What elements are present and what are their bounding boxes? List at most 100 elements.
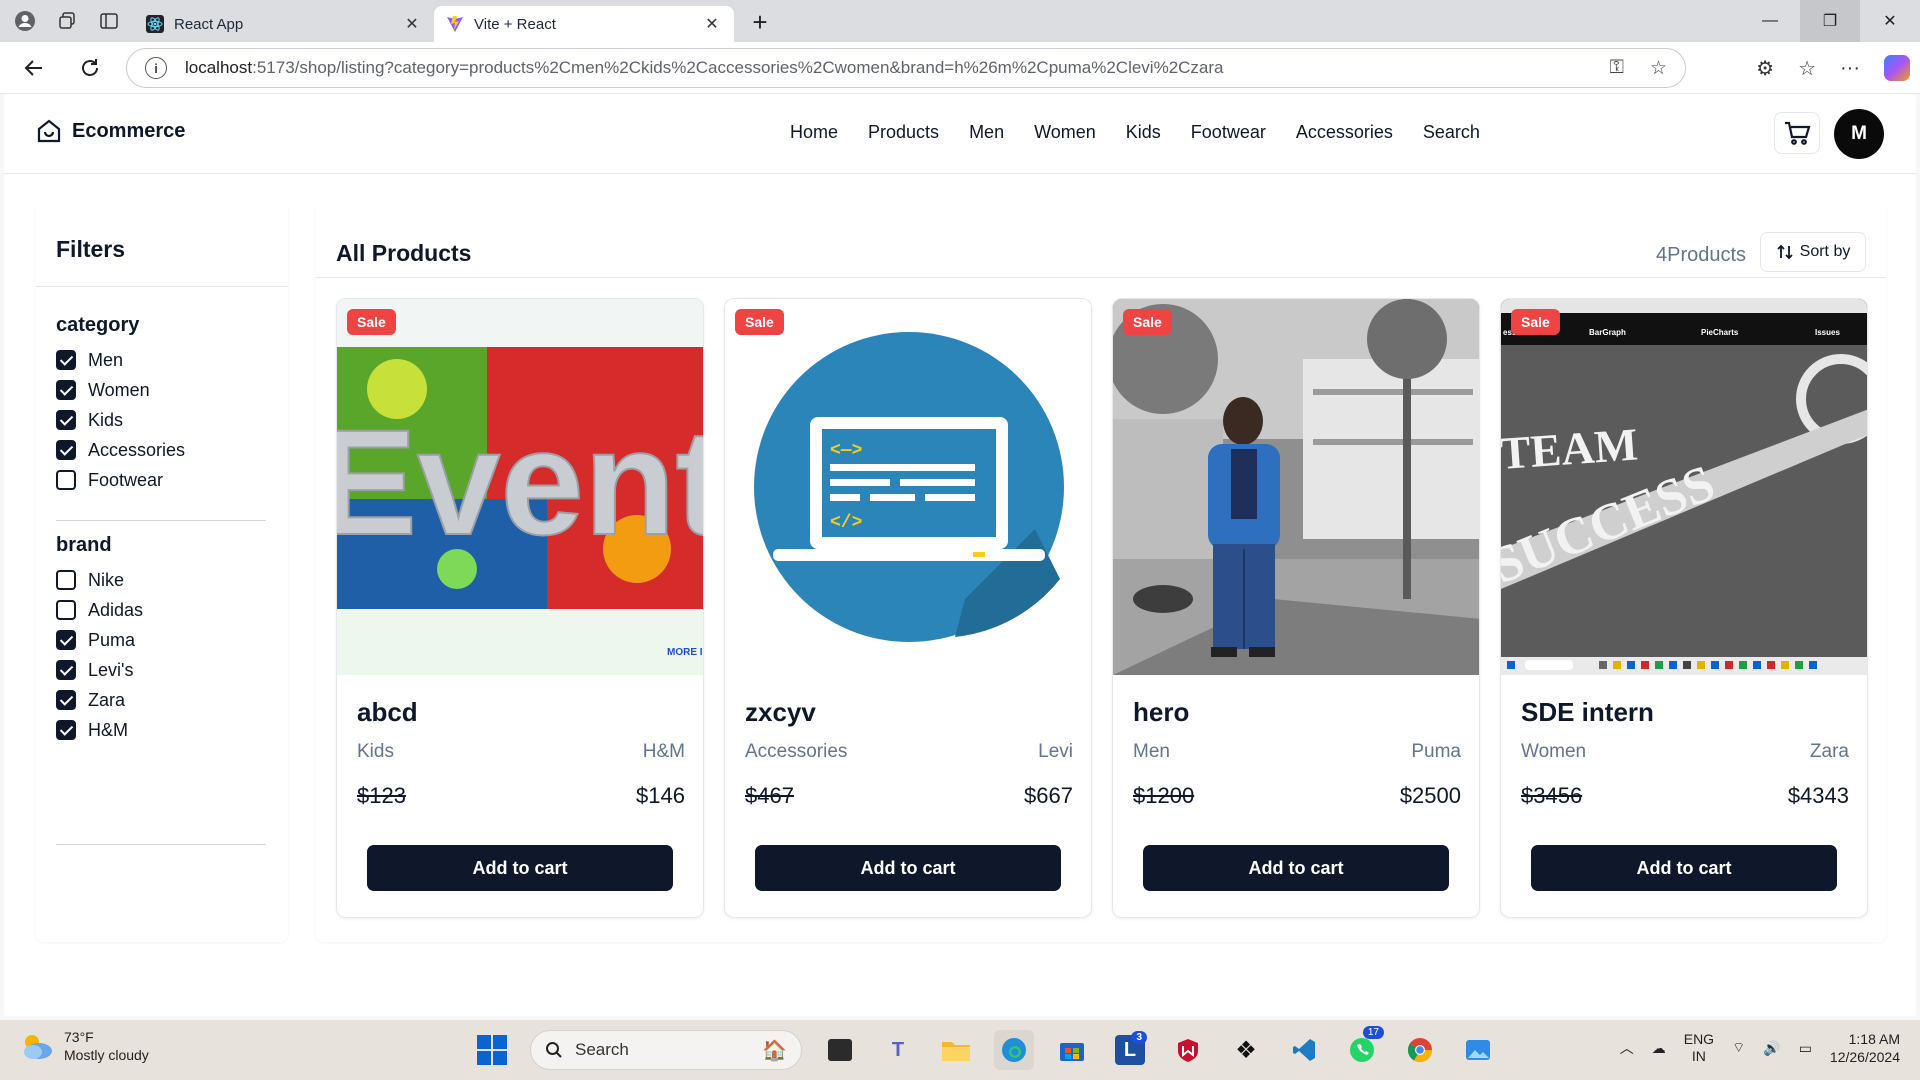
cart-button[interactable] <box>1774 112 1820 154</box>
filter-brand-levis[interactable]: Levi's <box>56 655 266 685</box>
taskbar-search[interactable]: Search 🏠 <box>530 1030 802 1070</box>
cart-icon <box>1785 121 1811 145</box>
product-card[interactable]: Sale hero Men Puma $1200 $2500 Add to ca… <box>1112 298 1480 918</box>
nav-accessories[interactable]: Accessories <box>1296 122 1393 143</box>
copilot-icon[interactable] <box>1884 55 1910 81</box>
mcafee-icon[interactable] <box>1168 1030 1208 1070</box>
close-window-icon[interactable]: ✕ <box>1860 0 1920 42</box>
url-text[interactable]: localhost:5173/shop/listing?category=pro… <box>185 58 1609 78</box>
filter-brand-puma[interactable]: Puma <box>56 625 266 655</box>
nav-products[interactable]: Products <box>868 122 939 143</box>
task-view-icon[interactable] <box>828 1039 852 1061</box>
add-to-cart-button[interactable]: Add to cart <box>1531 845 1837 891</box>
checkbox[interactable] <box>56 350 76 370</box>
extensions-icon[interactable]: ⚙ <box>1756 56 1774 81</box>
add-to-cart-button[interactable]: Add to cart <box>755 845 1061 891</box>
filter-brand-nike[interactable]: Nike <box>56 565 266 595</box>
product-card[interactable]: ess BarGraph PieCharts Issues TEAM SUCCE… <box>1500 298 1868 918</box>
restore-icon[interactable]: ❐ <box>1800 0 1860 42</box>
checkbox[interactable] <box>56 410 76 430</box>
photos-icon[interactable] <box>1458 1030 1498 1070</box>
checkbox[interactable] <box>56 720 76 740</box>
filter-divider <box>56 844 266 845</box>
minimize-icon[interactable]: — <box>1740 0 1800 42</box>
volume-icon[interactable]: 🔊 <box>1763 1040 1780 1057</box>
product-brand: H&M <box>642 741 685 762</box>
avatar[interactable]: M <box>1834 109 1884 159</box>
window-controls: — ❐ ✕ <box>1740 0 1920 42</box>
product-image[interactable]: Event! MORE I <box>337 299 703 675</box>
nav-women[interactable]: Women <box>1034 122 1096 143</box>
store-icon[interactable] <box>1052 1030 1092 1070</box>
wifi-icon[interactable]: ⌔ <box>1732 1039 1745 1057</box>
clock[interactable]: 1:18 AM 12/26/2024 <box>1830 1030 1900 1066</box>
nav-footwear[interactable]: Footwear <box>1191 122 1266 143</box>
weather-widget[interactable]: 73°F Mostly cloudy <box>20 1028 149 1064</box>
more-menu-icon[interactable]: ··· <box>1840 57 1860 80</box>
close-tab-icon[interactable]: ✕ <box>402 14 422 34</box>
site-info-icon[interactable]: i <box>145 57 167 79</box>
nav-kids[interactable]: Kids <box>1126 122 1161 143</box>
filter-category-kids[interactable]: Kids <box>56 405 266 435</box>
filter-category-footwear[interactable]: Footwear <box>56 465 266 495</box>
profile-icon[interactable] <box>8 4 42 38</box>
file-explorer-icon[interactable] <box>936 1030 976 1070</box>
checkbox[interactable] <box>56 570 76 590</box>
checkbox[interactable] <box>56 470 76 490</box>
filter-category-accessories[interactable]: Accessories <box>56 435 266 465</box>
close-tab-icon[interactable]: ✕ <box>702 14 722 34</box>
product-image[interactable]: <—> </> <box>725 299 1091 675</box>
checkbox[interactable] <box>56 600 76 620</box>
nav-men[interactable]: Men <box>969 122 1004 143</box>
taskbar-apps: Search 🏠 T L3 ❖ 17 <box>472 1026 1498 1070</box>
workspaces-icon[interactable] <box>50 4 84 38</box>
product-card[interactable]: <—> </> Sale zxcyv Accessories Levi $467… <box>724 298 1092 918</box>
filter-brand-zara[interactable]: Zara <box>56 685 266 715</box>
filter-brand-hm[interactable]: H&M <box>56 715 266 745</box>
cloud-sync-icon[interactable]: ☁ <box>1652 1040 1666 1057</box>
brand-filter: brand Nike Adidas Puma Levi's Zara H&M <box>56 534 266 745</box>
filter-brand-adidas[interactable]: Adidas <box>56 595 266 625</box>
language-indicator[interactable]: ENG IN <box>1684 1031 1714 1065</box>
checkbox[interactable] <box>56 630 76 650</box>
whatsapp-icon[interactable]: 17 <box>1342 1026 1384 1070</box>
dropbox-icon[interactable]: ❖ <box>1226 1030 1266 1070</box>
key-icon[interactable]: ⚿ <box>1609 57 1623 80</box>
checkbox[interactable] <box>56 660 76 680</box>
favorite-star-icon[interactable]: ☆ <box>1650 57 1667 80</box>
checkbox[interactable] <box>56 440 76 460</box>
checkbox[interactable] <box>56 690 76 710</box>
back-icon[interactable] <box>12 46 56 90</box>
product-image[interactable] <box>1113 299 1479 675</box>
favorites-icon[interactable]: ☆ <box>1798 56 1816 81</box>
address-bar[interactable]: i localhost:5173/shop/listing?category=p… <box>126 48 1686 88</box>
add-to-cart-button[interactable]: Add to cart <box>367 845 673 891</box>
browser-tab-bar: React App ✕ Vite + React ✕ + — ❐ ✕ <box>0 0 1920 42</box>
holiday-icon: 🏠 <box>762 1039 787 1062</box>
chrome-icon[interactable] <box>1400 1030 1440 1070</box>
notification-badge: 3 <box>1131 1031 1147 1044</box>
product-card[interactable]: Event! MORE I Sale abcd Kids H&M $123 $1… <box>336 298 704 918</box>
outlook-icon[interactable]: L3 <box>1115 1031 1147 1065</box>
sort-by-button[interactable]: Sort by <box>1760 232 1866 272</box>
tab-react-app[interactable]: React App ✕ <box>134 6 434 42</box>
edge-icon[interactable] <box>994 1030 1034 1070</box>
chevron-up-icon[interactable]: ︿ <box>1620 1038 1634 1058</box>
nav-home[interactable]: Home <box>790 122 838 143</box>
battery-icon[interactable]: ▭ <box>1799 1040 1812 1057</box>
filter-category-women[interactable]: Women <box>56 375 266 405</box>
checkbox[interactable] <box>56 380 76 400</box>
vscode-icon[interactable] <box>1284 1030 1324 1070</box>
brand-name: Ecommerce <box>72 119 186 142</box>
product-image[interactable]: ess BarGraph PieCharts Issues TEAM SUCCE… <box>1501 299 1867 675</box>
teams-icon[interactable]: T <box>878 1030 918 1070</box>
nav-search[interactable]: Search <box>1423 122 1480 143</box>
reload-icon[interactable] <box>68 46 112 90</box>
start-icon[interactable] <box>472 1030 512 1070</box>
brand-logo[interactable]: Ecommerce <box>36 118 185 144</box>
filter-category-men[interactable]: Men <box>56 345 266 375</box>
tab-vite-react[interactable]: Vite + React ✕ <box>434 6 734 42</box>
new-tab-button[interactable]: + <box>742 4 778 40</box>
tab-actions-icon[interactable] <box>92 4 126 38</box>
add-to-cart-button[interactable]: Add to cart <box>1143 845 1449 891</box>
